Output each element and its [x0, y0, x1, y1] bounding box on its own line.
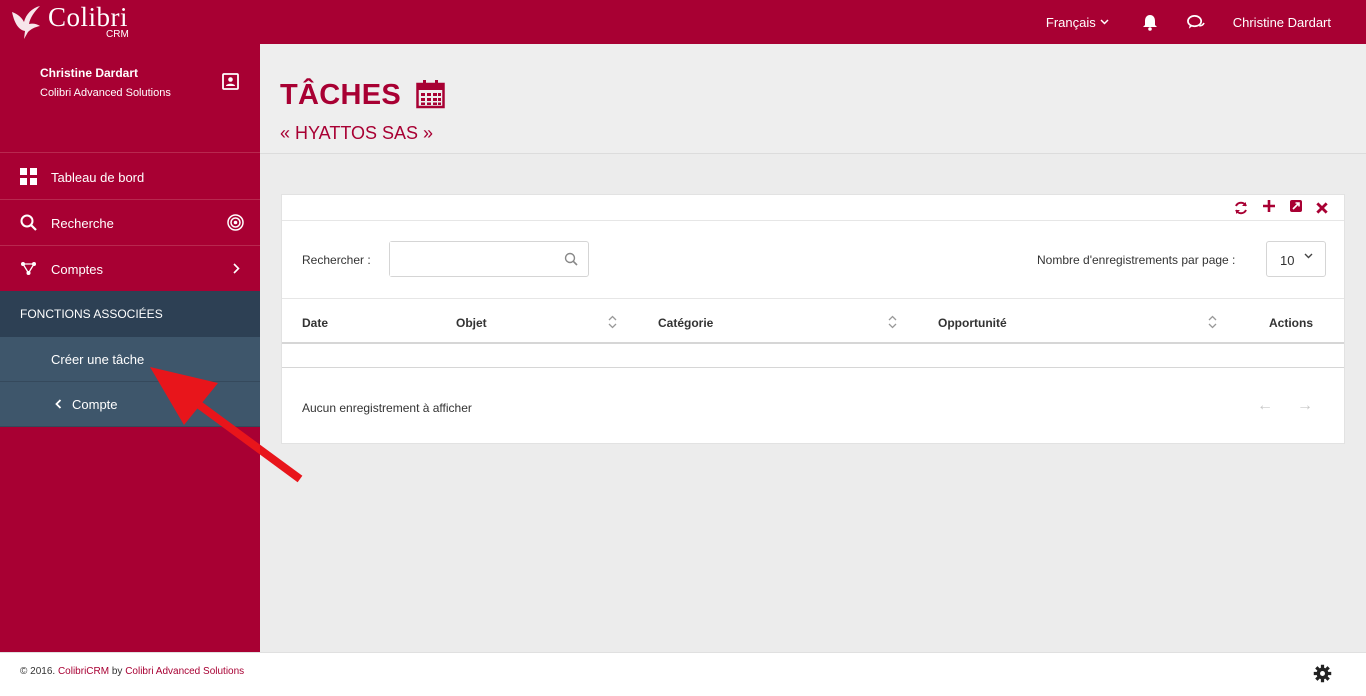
dashboard-icon	[20, 168, 37, 185]
sidebar-section-header: FONCTIONS ASSOCIÉES	[0, 291, 260, 337]
user-profile: Christine Dardart Colibri Advanced Solut…	[0, 44, 260, 153]
chat-icon	[1186, 14, 1205, 29]
profile-name: Christine Dardart	[40, 66, 139, 80]
language-label: Français	[1045, 14, 1096, 30]
brand-sub: CRM	[106, 29, 129, 40]
logo[interactable]: Colibri CRM	[10, 2, 140, 42]
pagination-next[interactable]: →	[1297, 397, 1313, 415]
accounts-icon	[21, 262, 36, 275]
sidebar-item-search[interactable]: Recherche	[0, 200, 260, 246]
sidebar-item-label: Comptes	[51, 262, 104, 277]
table-row	[282, 344, 1344, 368]
table-header: Date Objet Catégorie Opportunité Actions	[282, 298, 1344, 344]
chevron-down-icon	[1100, 19, 1109, 25]
per-page-label: Nombre d'enregistrements par page :	[1037, 253, 1236, 267]
search-input[interactable]	[390, 242, 560, 276]
sidebar-item-dashboard[interactable]: Tableau de bord	[0, 154, 260, 200]
search-icon	[564, 252, 578, 266]
profile-card-icon[interactable]	[222, 73, 239, 90]
bell-icon	[1142, 14, 1157, 31]
page-title: TÂCHES	[280, 79, 402, 111]
sidebar-item-label: Créer une tâche	[51, 352, 145, 367]
chevron-right-icon	[233, 263, 240, 274]
column-header-date[interactable]: Date	[302, 316, 328, 330]
top-bar: Colibri CRM Français Christine Dardart	[0, 0, 1366, 44]
footer: © 2016. ColibriCRM by Colibri Advanced S…	[0, 652, 1366, 696]
annotation-arrow-icon	[150, 367, 303, 483]
per-page-value: 10	[1280, 253, 1295, 268]
gear-icon[interactable]	[1313, 664, 1332, 683]
column-header-actions: Actions	[1269, 316, 1314, 330]
per-page-select[interactable]: 10	[1266, 241, 1326, 277]
sidebar-item-label: Tableau de bord	[51, 170, 145, 185]
sort-icon[interactable]	[608, 315, 617, 329]
sort-icon[interactable]	[1208, 315, 1217, 329]
expand-icon[interactable]	[1289, 199, 1303, 213]
footer-product-link[interactable]: ColibriCRM	[58, 666, 109, 677]
column-header-opportunite[interactable]: Opportunité	[938, 316, 1007, 330]
column-header-categorie[interactable]: Catégorie	[658, 316, 713, 330]
sort-icon[interactable]	[888, 315, 897, 329]
add-icon[interactable]	[1262, 199, 1276, 213]
sidebar-item-accounts[interactable]: Comptes	[0, 246, 260, 292]
tasks-panel: Rechercher : Nombre d'enregistrements pa…	[281, 194, 1345, 444]
notifications-button[interactable]	[1141, 13, 1159, 31]
close-icon[interactable]	[1315, 201, 1329, 215]
chevron-left-icon	[55, 399, 62, 409]
search-field	[389, 241, 589, 277]
language-selector[interactable]: Français	[1046, 15, 1109, 30]
search-icon	[20, 214, 37, 231]
page-header: TÂCHES « HYATTOS SAS »	[260, 44, 1366, 154]
refresh-icon[interactable]	[1234, 201, 1248, 215]
calendar-icon	[416, 80, 445, 109]
footer-copyright: © 2016. ColibriCRM by Colibri Advanced S…	[20, 666, 245, 677]
chevron-down-icon	[1304, 253, 1313, 259]
user-menu[interactable]: Christine Dardart	[1233, 15, 1331, 30]
hummingbird-logo-icon	[12, 6, 40, 39]
profile-company: Colibri Advanced Solutions	[40, 87, 171, 99]
column-header-objet[interactable]: Objet	[456, 316, 487, 330]
footer-company-link[interactable]: Colibri Advanced Solutions	[125, 666, 244, 677]
panel-toolbar	[282, 195, 1344, 221]
empty-message: Aucun enregistrement à afficher	[302, 401, 472, 415]
sidebar: Christine Dardart Colibri Advanced Solut…	[0, 44, 260, 652]
target-icon[interactable]	[227, 214, 244, 231]
sidebar-item-label: Compte	[72, 397, 118, 412]
search-label: Rechercher :	[302, 253, 371, 267]
sidebar-item-label: Recherche	[51, 216, 114, 231]
messages-button[interactable]	[1186, 13, 1205, 31]
page-subtitle: « HYATTOS SAS »	[280, 123, 434, 143]
pagination-prev[interactable]: ←	[1257, 397, 1273, 415]
